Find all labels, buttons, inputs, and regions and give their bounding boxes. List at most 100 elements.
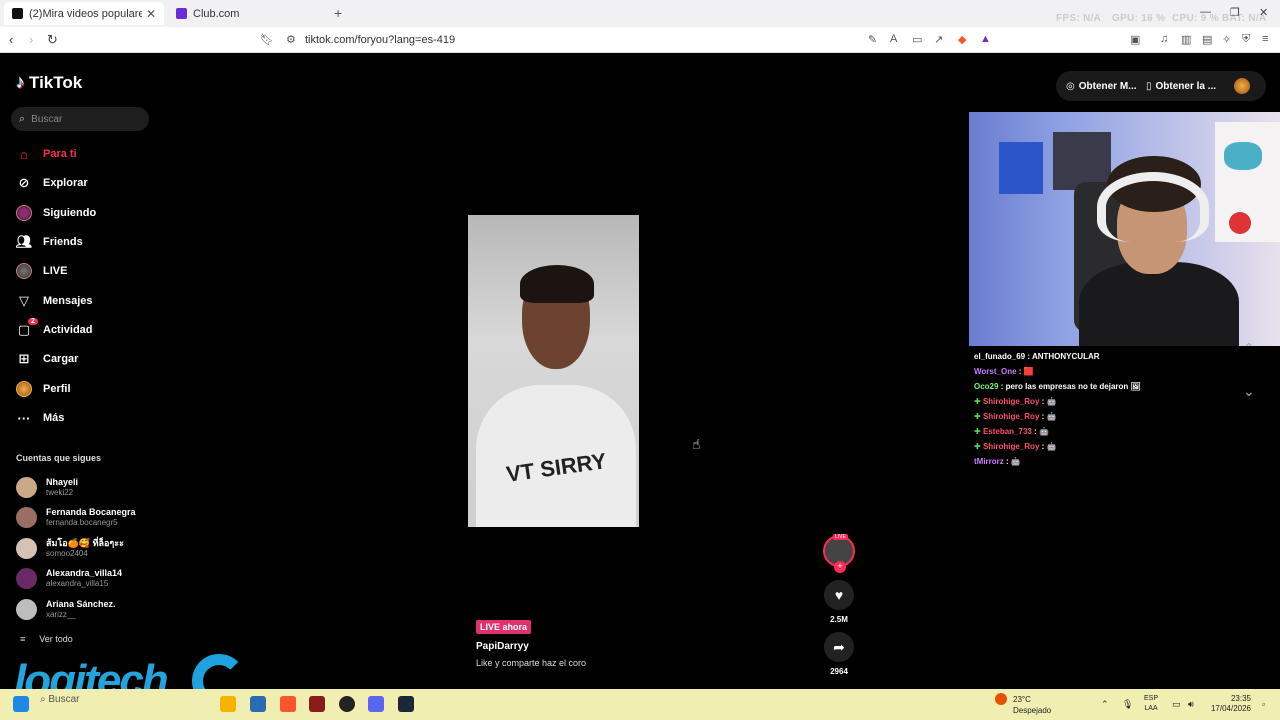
following-account[interactable]: ส้มโอ🍊🥰 ที่ล็อๆะะ somoo2404 xyxy=(16,538,124,559)
windows-start-icon[interactable] xyxy=(13,696,29,712)
like-button[interactable]: ♥ xyxy=(824,580,854,610)
brave-shield-icon[interactable]: ◆ xyxy=(958,33,966,46)
rewards-icon[interactable]: ▲ xyxy=(980,33,991,45)
search-placeholder: Buscar xyxy=(31,113,63,125)
lang-primary: ESP xyxy=(1144,695,1159,702)
account-handle: alexandra_villa15 xyxy=(46,579,109,588)
badge-icon: ✚ xyxy=(974,427,981,436)
avatar xyxy=(16,568,37,589)
shelf-toy xyxy=(1229,212,1251,234)
nav-para-ti[interactable]: ⌂ Para ti xyxy=(16,144,77,164)
hud-fps: FPS: N/A xyxy=(1056,13,1102,24)
nav-cargar[interactable]: ⊞ Cargar xyxy=(16,349,79,369)
hud-cpu: CPU: 9 % xyxy=(1172,13,1219,24)
share-icon[interactable]: ↗ xyxy=(934,33,943,46)
nav-explorar[interactable]: ⊘ Explorar xyxy=(16,173,88,193)
close-tab-icon[interactable]: ✕ xyxy=(146,7,156,21)
nav-siguiendo[interactable]: Siguiendo xyxy=(16,203,96,223)
get-coins-button[interactable]: ◎ Obtener M... xyxy=(1066,73,1137,99)
site-info-icon[interactable]: ⚙ xyxy=(286,33,296,46)
chat-text: : pero las empresas no te dejaron 🖼 xyxy=(1000,382,1141,391)
chat-message: tMirrorz : 🤖 xyxy=(974,454,1214,469)
tab-tiktok[interactable]: (2)Mira videos populares selecc ✕ xyxy=(4,2,164,25)
live-now-badge[interactable]: LIVE ahora xyxy=(476,620,532,634)
volume-icon[interactable]: 🔊︎ xyxy=(1188,699,1194,710)
close-window-icon[interactable]: ✕ xyxy=(1259,6,1268,19)
network-icon[interactable]: ▭ xyxy=(1172,699,1181,710)
tab-club[interactable]: Club.com xyxy=(168,2,328,25)
nav-mas[interactable]: ··· Más xyxy=(16,408,65,428)
get-app-button[interactable]: ▯ Obtener la ... xyxy=(1146,73,1216,99)
cast-icon[interactable]: ▭ xyxy=(912,33,922,46)
menu-icon[interactable]: ≡ xyxy=(1262,33,1268,45)
nav-label: Para ti xyxy=(43,148,77,160)
profile-avatar[interactable] xyxy=(1234,78,1250,94)
chat-message: el_funado_69 : ANTHONYCULAR xyxy=(974,349,1214,364)
account-handle: fernanda.bocanegr5 xyxy=(46,518,118,527)
tiktok-logo[interactable]: ♪ TikTok xyxy=(16,72,82,93)
url-field[interactable]: tiktok.com/foryou?lang=es-419 xyxy=(305,34,455,46)
clock[interactable]: 23:35 17/04/2026 xyxy=(1209,694,1251,714)
next-video-icon[interactable]: ⌄ xyxy=(1243,383,1255,400)
wall-poster xyxy=(999,142,1043,194)
share-button[interactable]: ➦ xyxy=(824,632,854,662)
chat-message: Oco29 : pero las empresas no te dejaron … xyxy=(974,379,1214,394)
app-icon[interactable] xyxy=(309,696,325,712)
reader-icon[interactable]: ▥ xyxy=(1181,33,1191,46)
reload-icon[interactable]: ↻ xyxy=(47,32,58,48)
app-icon[interactable] xyxy=(250,696,266,712)
bookmark-icon[interactable]: 🔖︎ xyxy=(260,33,274,46)
nav-perfil[interactable]: Perfil xyxy=(16,379,71,399)
restore-icon[interactable]: ❐ xyxy=(1230,6,1240,19)
search-input[interactable]: ⌕ Buscar xyxy=(11,107,149,131)
steam-icon[interactable] xyxy=(398,696,414,712)
account-name: Ariana Sánchez. xyxy=(46,599,116,609)
previous-video-icon[interactable]: ⌃ xyxy=(1243,340,1255,357)
video-player[interactable]: VT SIRRY xyxy=(468,215,639,527)
nav-actividad[interactable]: ▢ 2 Actividad xyxy=(16,318,93,340)
video-author[interactable]: PapiDarryy xyxy=(476,641,529,652)
brave-browser-icon[interactable] xyxy=(280,696,296,712)
mute-icon[interactable]: ✎ xyxy=(868,33,877,46)
activity-badge: 2 xyxy=(28,318,38,325)
file-explorer-icon[interactable] xyxy=(220,696,236,712)
new-tab-button[interactable]: + xyxy=(334,5,342,21)
forward-icon[interactable]: › xyxy=(29,32,33,47)
following-account[interactable]: Nhayeli tweki22 xyxy=(16,477,78,498)
back-icon[interactable]: ‹ xyxy=(9,32,13,47)
account-name: ส้มโอ🍊🥰 ที่ล็อๆะะ xyxy=(46,538,124,548)
see-all-button[interactable]: ≡ Ver todo xyxy=(20,634,73,644)
vpn-icon[interactable]: ⛨ xyxy=(1242,33,1250,46)
obs-icon[interactable] xyxy=(339,696,355,712)
weather-condition: Despejado xyxy=(1013,706,1052,715)
minimize-icon[interactable]: — xyxy=(1200,6,1211,18)
follow-plus-icon[interactable]: + xyxy=(834,561,846,573)
translate-icon[interactable]: A xyxy=(890,33,897,45)
chat-text: : 🤖 xyxy=(1034,427,1049,436)
account-handle: tweki22 xyxy=(46,488,74,497)
following-account[interactable]: Alexandra_villa14 alexandra_villa15 xyxy=(16,568,122,589)
nav-mensajes[interactable]: ▽ Mensajes xyxy=(16,291,93,311)
microphone-icon[interactable]: 🎙︎ xyxy=(1122,699,1133,710)
wallet-icon[interactable]: ▤ xyxy=(1202,33,1212,46)
stream-chat: el_funado_69 : ANTHONYCULAR Worst_One : … xyxy=(974,349,1214,469)
taskbar-search[interactable]: ⌕ Buscar xyxy=(40,694,80,705)
sidebar-icon[interactable]: ▣ xyxy=(1130,33,1140,46)
music-icon[interactable]: ♫ xyxy=(1160,33,1168,45)
discord-icon[interactable] xyxy=(368,696,384,712)
chat-user: Shirohige_Roy xyxy=(982,442,1040,451)
nav-friends[interactable]: 👥︎ Friends xyxy=(16,232,83,252)
creator-avatar[interactable]: LIVE + xyxy=(823,534,855,573)
following-account[interactable]: Fernanda Bocanegra fernanda.bocanegr5 xyxy=(16,507,136,528)
webcam-overlay xyxy=(969,112,1280,346)
weather-widget[interactable]: 23°C Despejado xyxy=(1013,694,1051,716)
leo-icon[interactable]: ✧ xyxy=(1222,33,1231,46)
language-indicator[interactable]: ESP LAA xyxy=(1144,694,1158,714)
chat-user: Shirohige_Roy xyxy=(982,412,1040,421)
friends-icon: 👥︎ xyxy=(15,234,33,249)
following-account[interactable]: Ariana Sánchez. xarizz__ xyxy=(16,599,116,620)
notification-icon[interactable]: ▫ xyxy=(1262,699,1265,709)
tray-chevron-icon[interactable]: ⌃ xyxy=(1101,699,1109,710)
chat-user: Worst_One xyxy=(974,367,1017,376)
nav-live[interactable]: LIVE xyxy=(16,261,67,281)
